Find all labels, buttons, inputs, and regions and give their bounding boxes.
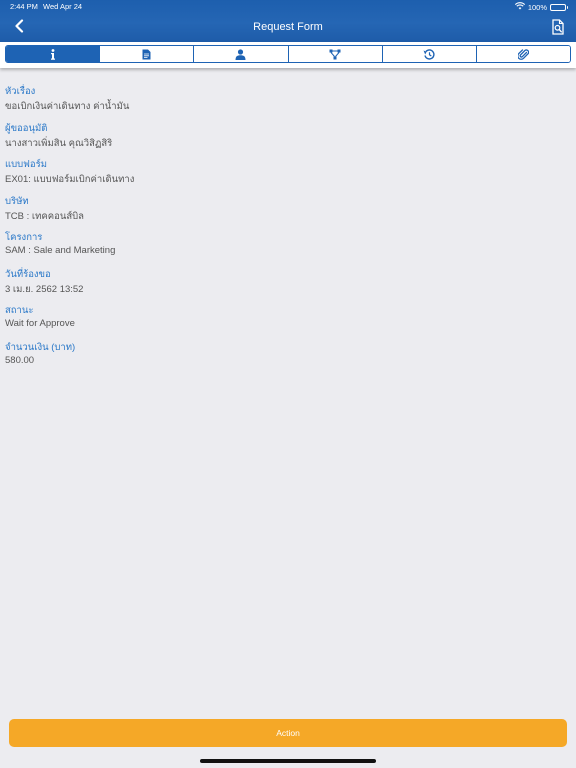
tab-workflow[interactable] (287, 46, 382, 62)
tab-document[interactable] (99, 46, 194, 62)
info-icon (50, 46, 56, 62)
tab-info[interactable] (6, 46, 100, 62)
wifi-icon (514, 2, 525, 12)
person-icon (235, 46, 246, 62)
field-value: 580.00 (5, 354, 35, 366)
field-subject: หัวเรื่อง ขอเบิกเงินค่าเดินทาง ค่าน้ำมัน (5, 72, 571, 112)
field-label: สถานะ (5, 305, 34, 316)
history-icon (423, 46, 435, 62)
field-requester: ผู้ขออนุมัติ นางสาวเพิ่มสิน คุณวิสิฏสิริ (5, 109, 571, 149)
field-company: บริษัท TCB : เทคคอนส์บิล (5, 182, 571, 222)
battery-percent: 100% (527, 2, 547, 12)
tab-history[interactable] (381, 46, 476, 62)
nav-header: 2:44 PM Wed Apr 24 100% Request Form (0, 0, 576, 42)
page-title: Request Form (253, 21, 323, 33)
field-label: โครงการ (5, 232, 43, 243)
segmented-tabs (5, 45, 571, 63)
workflow-icon (329, 46, 341, 62)
field-request-date: วันที่ร้องขอ 3 เม.ย. 2562 13:52 (5, 255, 571, 295)
status-time: 2:44 PM (10, 2, 38, 11)
field-label: วันที่ร้องขอ (5, 268, 51, 280)
home-indicator (200, 759, 376, 763)
battery-icon (550, 3, 568, 11)
field-label: บริษัท (5, 195, 29, 207)
action-button[interactable]: Action (9, 719, 567, 747)
paperclip-icon (517, 46, 530, 62)
field-label: ผู้ขออนุมัติ (5, 122, 48, 134)
tab-bar (0, 42, 576, 68)
status-date: Wed Apr 24 (43, 2, 83, 11)
field-label: หัวเรื่อง (5, 86, 36, 97)
field-project: โครงการ SAM : Sale and Marketing (5, 218, 571, 256)
document-icon (142, 46, 151, 62)
field-amount: จำนวนเงิน (บาท) 580.00 (5, 328, 571, 366)
tab-attachment[interactable] (475, 46, 570, 62)
request-details: หัวเรื่อง ขอเบิกเงินค่าเดินทาง ค่าน้ำมัน… (0, 72, 576, 366)
field-label: แบบฟอร์ม (5, 159, 47, 170)
document-search-button[interactable] (551, 19, 565, 35)
document-search-icon (551, 19, 565, 39)
status-right: 100% (514, 2, 568, 12)
field-label: จำนวนเงิน (บาท) (5, 341, 76, 353)
status-bar: 2:44 PM Wed Apr 24 100% (0, 0, 576, 14)
field-form: แบบฟอร์ม EX01: แบบฟอร์มเบิกค่าเดินทาง (5, 145, 571, 185)
tab-person[interactable] (193, 46, 288, 62)
field-status: สถานะ Wait for Approve (5, 291, 571, 329)
